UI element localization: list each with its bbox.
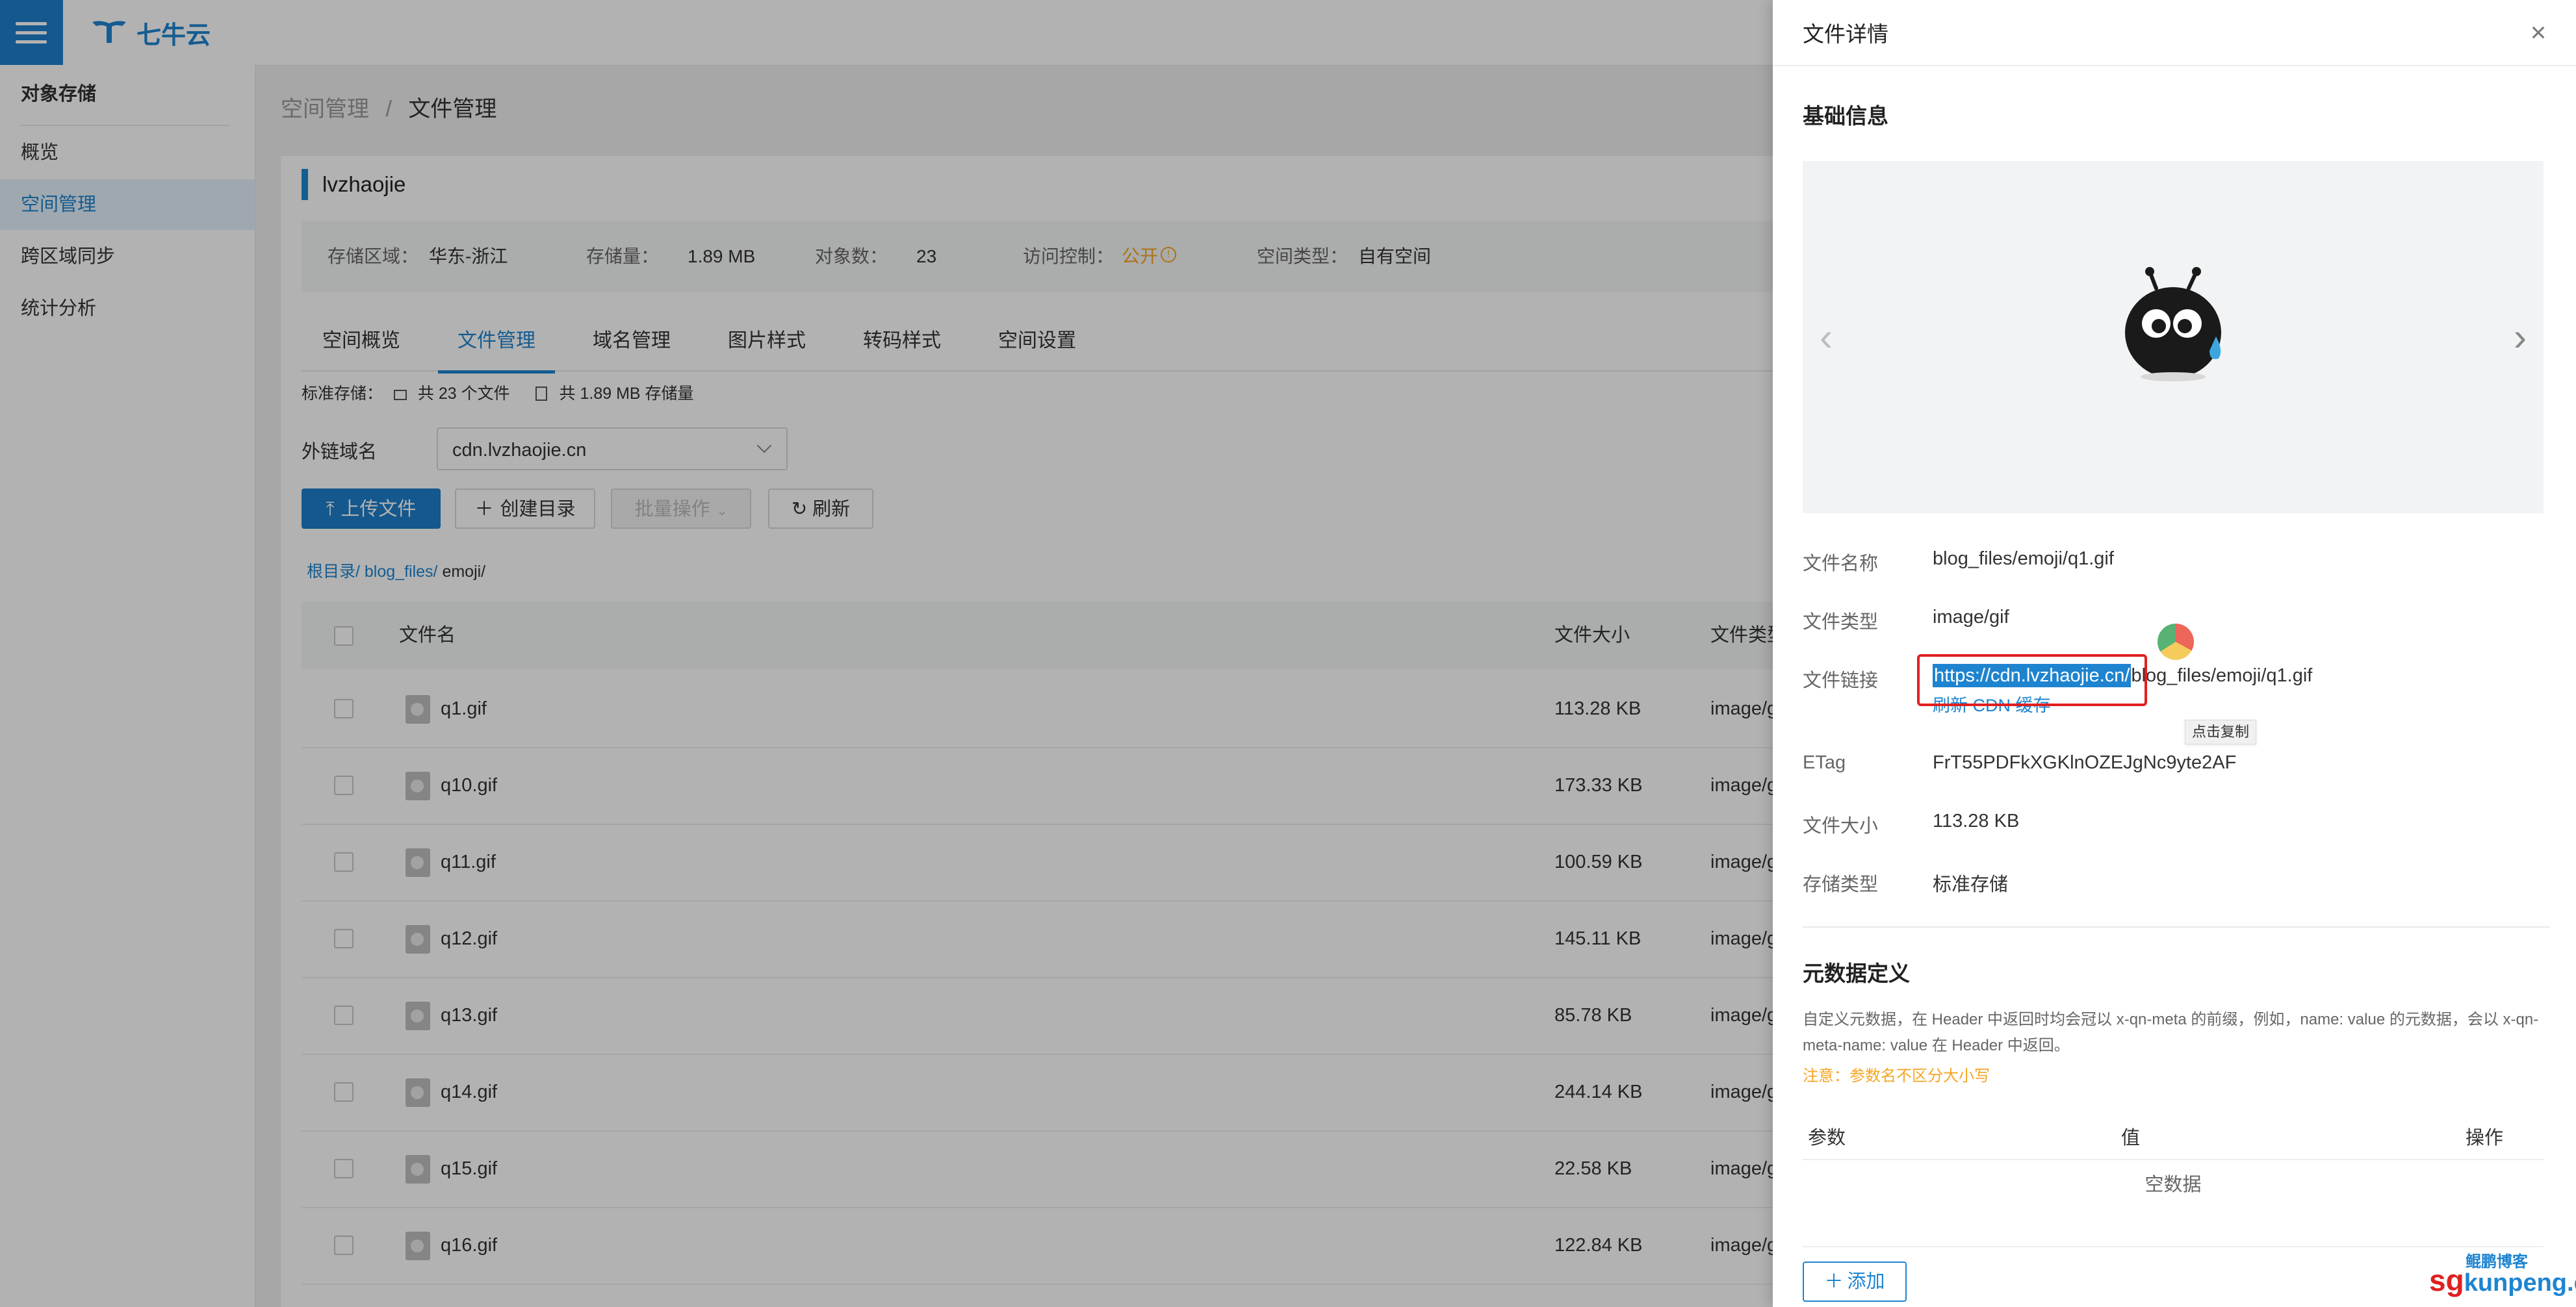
- file-link-path[interactable]: blog_files/emoji/q1.gif: [2131, 665, 2312, 686]
- storage-type-label: 存储类型: [1803, 874, 1879, 895]
- copy-tooltip: 点击复制: [2185, 720, 2257, 744]
- file-name-value: blog_files/emoji/q1.gif: [1933, 548, 2114, 569]
- col-operation: 操作: [2466, 1128, 2504, 1148]
- drawer-title: 文件详情: [1803, 22, 1888, 46]
- add-label: 添加: [1847, 1271, 1885, 1292]
- watermark: sgkunpeng.cn 鲲鹏博客: [2429, 1253, 2576, 1298]
- col-param: 参数: [1808, 1128, 1846, 1148]
- storage-type-value: 标准存储: [1933, 874, 2009, 895]
- metadata-divider: [1803, 1246, 2544, 1247]
- watermark-kunpeng: kunpeng.cn: [2464, 1269, 2576, 1297]
- highlight-annotation-box: [1917, 654, 2147, 706]
- chevron-right-icon[interactable]: ›: [2514, 314, 2527, 359]
- etag-value: FrT55PDFkXGKlnOZEJgNc9yte2AF: [1933, 752, 2237, 773]
- metadata-note: 注意：参数名不区分大小写: [1803, 1067, 1990, 1085]
- add-metadata-button[interactable]: ＋添加: [1803, 1262, 1907, 1302]
- file-name-label: 文件名称: [1803, 553, 1879, 574]
- watermark-sg: sg: [2429, 1263, 2464, 1297]
- metadata-description: 自定义元数据，在 Header 中返回时均会冠以 x-qn-meta 的前缀，例…: [1803, 1011, 2539, 1054]
- chrome-extension-icon[interactable]: [2157, 624, 2194, 660]
- file-type-value: image/gif: [1933, 607, 2009, 628]
- chevron-left-icon[interactable]: ‹: [1820, 314, 1833, 359]
- close-icon[interactable]: ×: [2523, 17, 2554, 48]
- col-value: 值: [2121, 1128, 2141, 1148]
- plus-icon: ＋: [1824, 1271, 1844, 1292]
- emoji-preview-image: [2125, 267, 2221, 381]
- file-size-value: 113.28 KB: [1933, 811, 2020, 831]
- metadata-title: 元数据定义: [1803, 961, 1910, 985]
- etag-label: ETag: [1803, 752, 1846, 773]
- file-link-label: 文件链接: [1803, 670, 1879, 691]
- file-type-label: 文件类型: [1803, 612, 1879, 633]
- drawer-divider: [1773, 65, 2576, 66]
- file-size-label: 文件大小: [1803, 816, 1879, 837]
- section-divider: [1803, 926, 2550, 928]
- metadata-table-header: 参数 值 操作: [1803, 1117, 2544, 1160]
- image-preview: ‹ ›: [1803, 161, 2544, 513]
- basic-info-title: 基础信息: [1803, 104, 1888, 128]
- metadata-empty: 空数据: [2145, 1174, 2202, 1195]
- watermark-cn: 鲲鹏博客: [2466, 1253, 2528, 1271]
